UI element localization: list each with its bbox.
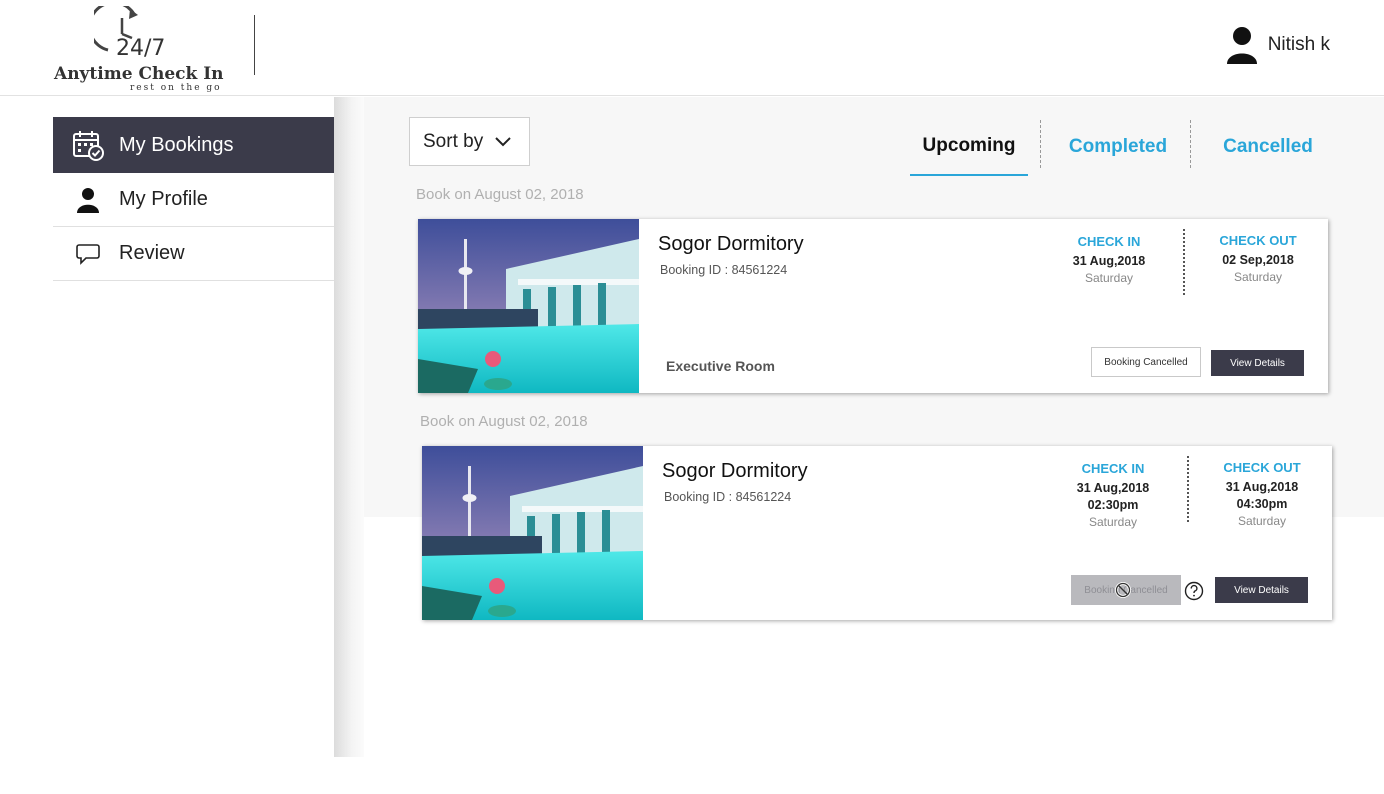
sidebar-item-review[interactable]: Review <box>53 227 334 281</box>
check-in-day: Saturday <box>1088 515 1138 529</box>
check-in-date: 31 Aug,2018 <box>1076 481 1150 495</box>
logo-tagline: rest on the go <box>130 83 222 93</box>
calendar-check-icon <box>71 128 105 162</box>
tab-divider <box>1040 120 1041 168</box>
check-out-label: CHECK OUT <box>1219 233 1297 248</box>
booking-cancelled-button[interactable]: Booking Cancelled <box>1091 347 1201 377</box>
user-menu[interactable]: Nitish k <box>1226 26 1330 64</box>
booking-cancelled-button-disabled: Booking Cancelled <box>1071 575 1181 605</box>
sidebar-item-label: My Profile <box>119 188 208 210</box>
header-divider <box>254 15 255 75</box>
booking-id: Booking ID : 84561224 <box>660 263 788 277</box>
user-name: Nitish k <box>1267 34 1330 55</box>
sidebar-item-label: My Bookings <box>119 133 234 156</box>
sidebar-item-my-bookings[interactable]: My Bookings <box>53 117 334 173</box>
check-out-date: 02 Sep,2018 <box>1222 253 1294 267</box>
logo[interactable]: 24/7 Anytime Check In rest on the go <box>54 4 234 94</box>
view-details-button[interactable]: View Details <box>1215 577 1308 603</box>
speech-bubble-icon <box>71 237 105 271</box>
person-icon <box>71 183 105 217</box>
help-icon[interactable] <box>1184 581 1204 601</box>
check-in-day: Saturday <box>1084 271 1134 285</box>
booking-card: Sogor Dormitory Booking ID : 84561224 Ex… <box>418 219 1328 393</box>
tab-upcoming[interactable]: Upcoming <box>910 118 1028 176</box>
tab-divider <box>1190 120 1191 168</box>
check-out-label: CHECK OUT <box>1223 460 1301 475</box>
room-type: Executive Room <box>666 358 775 374</box>
booking-id: Booking ID : 84561224 <box>664 490 792 504</box>
sidebar-item-label: Review <box>119 242 185 264</box>
check-out: CHECK OUT 31 Aug,2018 04:30pm Saturday <box>1202 460 1322 528</box>
chevron-down-icon <box>495 136 511 146</box>
hotel-image[interactable] <box>418 219 639 393</box>
check-out-day: Saturday <box>1237 514 1287 528</box>
hotel-name: Sogor Dormitory <box>658 233 804 255</box>
view-details-button[interactable]: View Details <box>1211 350 1304 376</box>
check-in-label: CHECK IN <box>1081 461 1145 476</box>
check-out-day: Saturday <box>1233 270 1283 284</box>
tab-cancelled[interactable]: Cancelled <box>1208 118 1328 176</box>
tab-completed[interactable]: Completed <box>1058 118 1178 176</box>
check-in-label: CHECK IN <box>1077 234 1141 249</box>
checkin-checkout-divider <box>1183 229 1185 295</box>
logo-number: 24/7 <box>116 36 166 61</box>
booking-card: Sogor Dormitory Booking ID : 84561224 CH… <box>422 446 1332 620</box>
checkin-checkout-divider <box>1187 456 1189 522</box>
header: 24/7 Anytime Check In rest on the go Nit… <box>0 0 1384 96</box>
sidebar: My Bookings My Profile Review <box>53 117 334 281</box>
sort-dropdown[interactable]: Sort by <box>409 117 530 166</box>
logo-title: Anytime Check In <box>54 64 224 84</box>
check-out-time: 04:30pm <box>1236 497 1288 511</box>
sort-label: Sort by <box>423 130 484 152</box>
check-in: CHECK IN 31 Aug,2018 02:30pm Saturday <box>1053 461 1173 529</box>
not-allowed-cursor-icon <box>1115 582 1131 598</box>
check-in-date: 31 Aug,2018 <box>1072 254 1146 268</box>
booking-date: Book on August 02, 2018 <box>420 413 588 430</box>
check-out-date: 31 Aug,2018 <box>1225 480 1299 494</box>
user-avatar-icon <box>1226 27 1257 64</box>
check-in-time: 02:30pm <box>1087 498 1139 512</box>
hotel-image[interactable] <box>422 446 643 620</box>
hotel-name: Sogor Dormitory <box>662 460 808 482</box>
booking-date: Book on August 02, 2018 <box>416 186 584 203</box>
check-out: CHECK OUT 02 Sep,2018 Saturday <box>1198 233 1318 284</box>
sidebar-item-my-profile[interactable]: My Profile <box>53 173 334 227</box>
check-in: CHECK IN 31 Aug,2018 Saturday <box>1049 234 1169 285</box>
sidebar-shadow <box>334 97 364 757</box>
